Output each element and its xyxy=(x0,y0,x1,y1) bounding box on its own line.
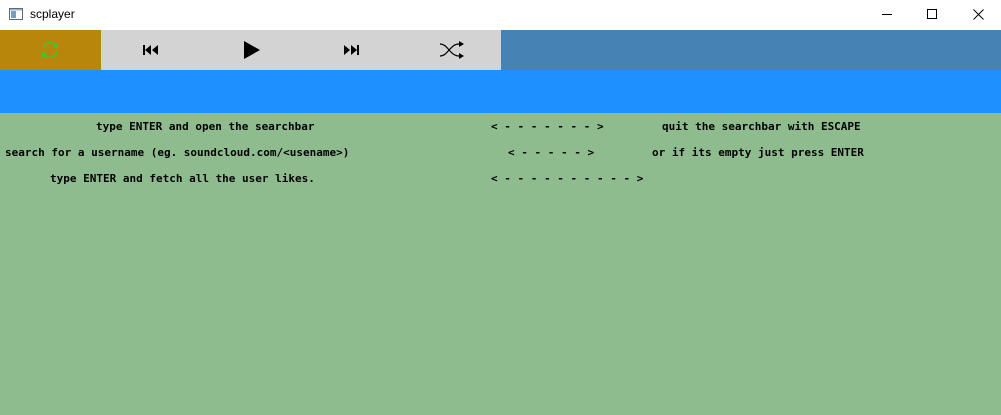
instruction-arrow: < - - - - - - - - - - > xyxy=(491,172,644,185)
skip-next-icon xyxy=(344,45,359,55)
search-input[interactable] xyxy=(0,70,1001,113)
title-bar: scplayer xyxy=(0,0,1001,30)
play-button[interactable] xyxy=(201,30,301,70)
close-icon xyxy=(973,9,984,20)
shuffle-icon xyxy=(439,41,464,59)
maximize-button[interactable] xyxy=(909,0,955,30)
instruction-action: type ENTER and open the searchbar xyxy=(96,120,315,133)
minimize-icon xyxy=(882,14,892,15)
play-icon xyxy=(244,41,260,59)
previous-track-button[interactable] xyxy=(101,30,201,70)
instructions-panel: type ENTER and open the searchbar < - - … xyxy=(0,113,1001,415)
instruction-arrow: < - - - - - > xyxy=(508,146,595,159)
next-track-button[interactable] xyxy=(301,30,401,70)
instruction-arrow: < - - - - - - - > xyxy=(491,120,604,133)
instruction-result: or if its empty just press ENTER xyxy=(652,146,864,159)
instruction-action: search for a username (eg. soundcloud.co… xyxy=(5,146,350,159)
skip-previous-icon xyxy=(143,45,158,55)
maximize-icon xyxy=(927,9,937,19)
shuffle-button[interactable] xyxy=(401,30,501,70)
instruction-action: type ENTER and fetch all the user likes. xyxy=(50,172,315,185)
app-window: scplayer type ENTER and open the searchb… xyxy=(0,0,1001,415)
window-title: scplayer xyxy=(30,7,75,21)
player-toolbar xyxy=(0,30,1001,70)
app-icon xyxy=(9,8,23,20)
close-button[interactable] xyxy=(955,0,1001,30)
instruction-result: quit the searchbar with ESCAPE xyxy=(662,120,861,133)
refresh-icon xyxy=(42,41,58,59)
refresh-button[interactable] xyxy=(0,30,101,70)
minimize-button[interactable] xyxy=(864,0,910,30)
